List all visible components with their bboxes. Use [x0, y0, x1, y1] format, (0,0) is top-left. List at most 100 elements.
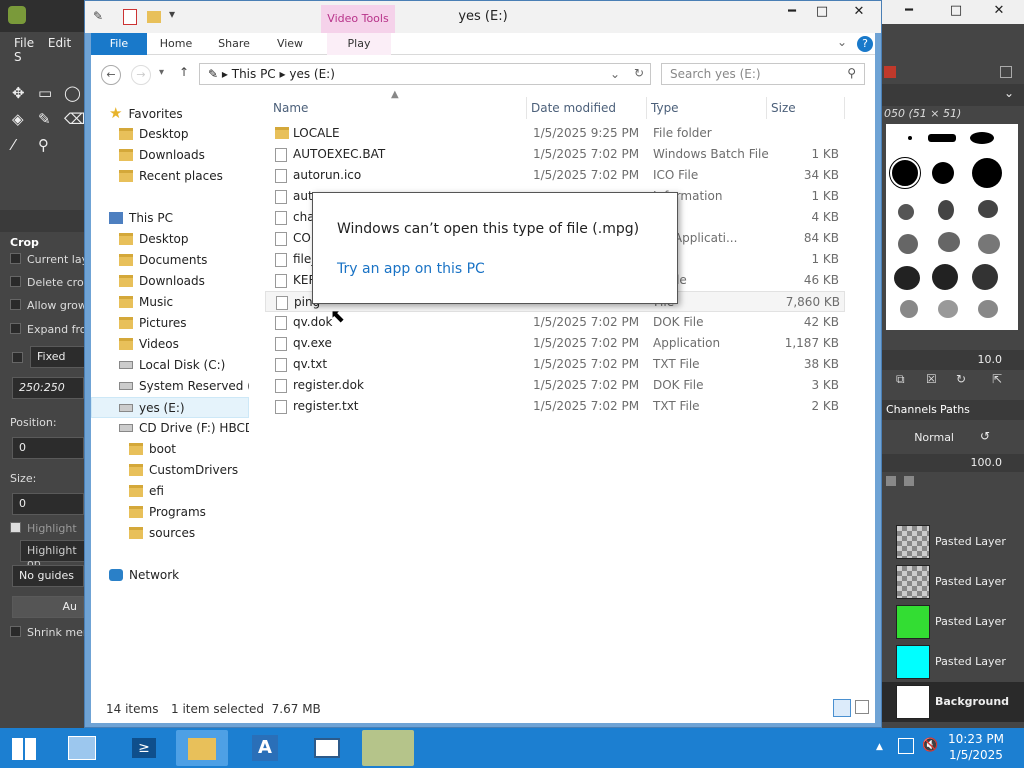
dock-menu-icon[interactable]: [1000, 66, 1012, 78]
details-view-icon[interactable]: [833, 699, 851, 717]
close-icon[interactable]: ✕: [976, 0, 1022, 22]
nav-pc-item-2[interactable]: Downloads: [119, 271, 205, 292]
guides-dropdown[interactable]: No guides: [12, 565, 84, 587]
refresh-icon[interactable]: ↻: [634, 66, 644, 80]
tab-play[interactable]: Play: [327, 33, 391, 55]
table-row[interactable]: qv.txt 1/5/2025 7:02 PM TXT File 38 KB: [265, 354, 845, 375]
address-bar[interactable]: ✎ ▸ This PC ▸ yes (E:) ⌄ ↻: [199, 63, 651, 85]
tab-paths[interactable]: Paths: [940, 403, 970, 416]
lock-alpha-icon[interactable]: [904, 476, 914, 486]
table-row[interactable]: qv.dok 1/5/2025 7:02 PM DOK File 42 KB: [265, 312, 845, 333]
close-icon[interactable]: ✕: [837, 1, 881, 23]
lock-pixels-icon[interactable]: [886, 476, 896, 486]
maximize-icon[interactable]: □: [807, 1, 837, 23]
column-type[interactable]: Type: [647, 97, 767, 119]
layer-row[interactable]: Pasted Layer: [882, 522, 1024, 562]
breadcrumb-drive[interactable]: yes (E:): [289, 67, 335, 81]
highlight-opacity[interactable]: Highlight op: [20, 540, 92, 570]
tab-channels[interactable]: Channels: [886, 403, 937, 416]
shrink-merged-option[interactable]: Shrink mer: [10, 626, 87, 639]
size-field[interactable]: 0: [12, 493, 84, 515]
gimp-button[interactable]: [362, 730, 414, 766]
mode-reset-icon[interactable]: ↺: [980, 429, 990, 443]
back-icon[interactable]: ←: [101, 65, 121, 85]
nav-pc-item-8[interactable]: yes (E:): [91, 397, 249, 418]
fixed-checkbox[interactable]: [12, 352, 23, 363]
nav-pc-item-0[interactable]: Desktop: [119, 229, 189, 250]
eraser-icon[interactable]: ⌫: [64, 110, 85, 128]
nav-fav-1[interactable]: Downloads: [119, 145, 205, 166]
nav-cd-item-1[interactable]: CustomDrivers: [129, 460, 238, 481]
nav-pc-item-9[interactable]: CD Drive (F:) HBCD_: [119, 418, 249, 439]
opacity-field[interactable]: 100.0: [882, 454, 1024, 472]
volume-muted-icon[interactable]: 🔇: [922, 738, 938, 753]
nav-pc-item-1[interactable]: Documents: [119, 250, 207, 271]
help-icon[interactable]: ?: [857, 36, 873, 52]
up-icon[interactable]: ↑: [179, 65, 189, 79]
gimp-menu-edit[interactable]: Edit: [48, 36, 71, 50]
tab-view[interactable]: View: [265, 33, 315, 55]
table-row[interactable]: AUTOEXEC.BAT 1/5/2025 7:02 PM Windows Batc…: [265, 144, 845, 165]
spacing-field[interactable]: 10.0: [882, 350, 1024, 370]
aspect-field[interactable]: 250:250: [12, 377, 84, 399]
forward-icon[interactable]: →: [131, 65, 151, 85]
nav-fav-2[interactable]: Recent places: [119, 166, 223, 187]
nav-cd-item-2[interactable]: efi: [129, 481, 164, 502]
column-date-modified[interactable]: Date modified: [527, 97, 647, 119]
nav-cd-item-4[interactable]: sources: [129, 523, 195, 544]
address-dropdown-icon[interactable]: ⌄: [610, 67, 620, 81]
column-size[interactable]: Size: [767, 97, 845, 119]
layer-mode-dropdown[interactable]: Normal: [886, 428, 972, 448]
clock[interactable]: 10:23 PM 1/5/2025: [948, 731, 1004, 763]
option-delete-crop[interactable]: Delete crop: [10, 276, 91, 289]
tab-share[interactable]: Share: [209, 33, 259, 55]
brush-dropdown[interactable]: ⌄: [882, 84, 1024, 106]
large-icons-view-icon[interactable]: [855, 700, 869, 714]
ribbon-expand-icon[interactable]: ⌄: [837, 35, 847, 49]
table-row[interactable]: autorun.ico 1/5/2025 7:02 PM ICO File 34 KB: [265, 165, 845, 186]
nav-network[interactable]: Network: [109, 565, 179, 586]
delete-brush-icon[interactable]: ☒: [926, 372, 937, 386]
table-row[interactable]: register.txt 1/5/2025 7:02 PM TXT File 2 KB: [265, 396, 845, 417]
layer-row[interactable]: Pasted Layer: [882, 642, 1024, 682]
try-app-link[interactable]: Try an app on this PC: [337, 261, 485, 277]
auto-shrink-button[interactable]: Au: [12, 596, 84, 618]
app-a-button[interactable]: A: [238, 730, 290, 766]
dock-tab-icon[interactable]: [884, 66, 896, 78]
nav-this-pc[interactable]: This PC: [109, 208, 173, 229]
show-hidden-icons-icon[interactable]: ▲: [876, 742, 883, 752]
nav-cd-item-0[interactable]: boot: [129, 439, 176, 460]
recent-dropdown-icon[interactable]: ▾: [159, 67, 164, 78]
tab-file[interactable]: File: [91, 33, 147, 55]
nav-fav-0[interactable]: Desktop: [119, 124, 189, 145]
nav-favorites[interactable]: ★ Favorites: [109, 103, 183, 124]
window-app-button[interactable]: [300, 730, 352, 766]
rect-select-icon[interactable]: ▭: [38, 84, 52, 102]
network-icon[interactable]: [898, 738, 914, 754]
column-name[interactable]: Name: [265, 97, 527, 119]
option-allow-grow[interactable]: Allow grow: [10, 299, 87, 312]
layer-row[interactable]: Pasted Layer: [882, 602, 1024, 642]
gimp-menu-file[interactable]: File: [14, 36, 34, 50]
bucket-icon[interactable]: ◈: [12, 110, 24, 128]
picker-icon[interactable]: ⁄: [12, 136, 15, 154]
minimize-icon[interactable]: ━: [777, 1, 807, 23]
start-button[interactable]: [0, 730, 48, 766]
nav-pc-item-3[interactable]: Music: [119, 292, 173, 313]
powershell-button[interactable]: ≥: [118, 730, 170, 766]
refresh-icon[interactable]: ↻: [956, 372, 966, 386]
server-manager-button[interactable]: [56, 730, 108, 766]
lasso-icon[interactable]: ◯: [64, 84, 81, 102]
gimp-menu-select[interactable]: S: [14, 50, 22, 64]
zoom-icon[interactable]: ⚲: [38, 136, 49, 154]
highlight-option[interactable]: Highlight: [10, 522, 77, 535]
explorer-button[interactable]: [176, 730, 228, 766]
breadcrumb-this-pc[interactable]: This PC: [232, 67, 276, 81]
tab-home[interactable]: Home: [151, 33, 201, 55]
minimize-icon[interactable]: ━: [882, 0, 936, 22]
search-input[interactable]: Search yes (E:) ⚲: [661, 63, 865, 85]
table-row[interactable]: register.dok 1/5/2025 7:02 PM DOK File 3 KB: [265, 375, 845, 396]
nav-cd-item-3[interactable]: Programs: [129, 502, 206, 523]
nav-pc-item-4[interactable]: Pictures: [119, 313, 187, 334]
layer-row[interactable]: Pasted Layer: [882, 562, 1024, 602]
